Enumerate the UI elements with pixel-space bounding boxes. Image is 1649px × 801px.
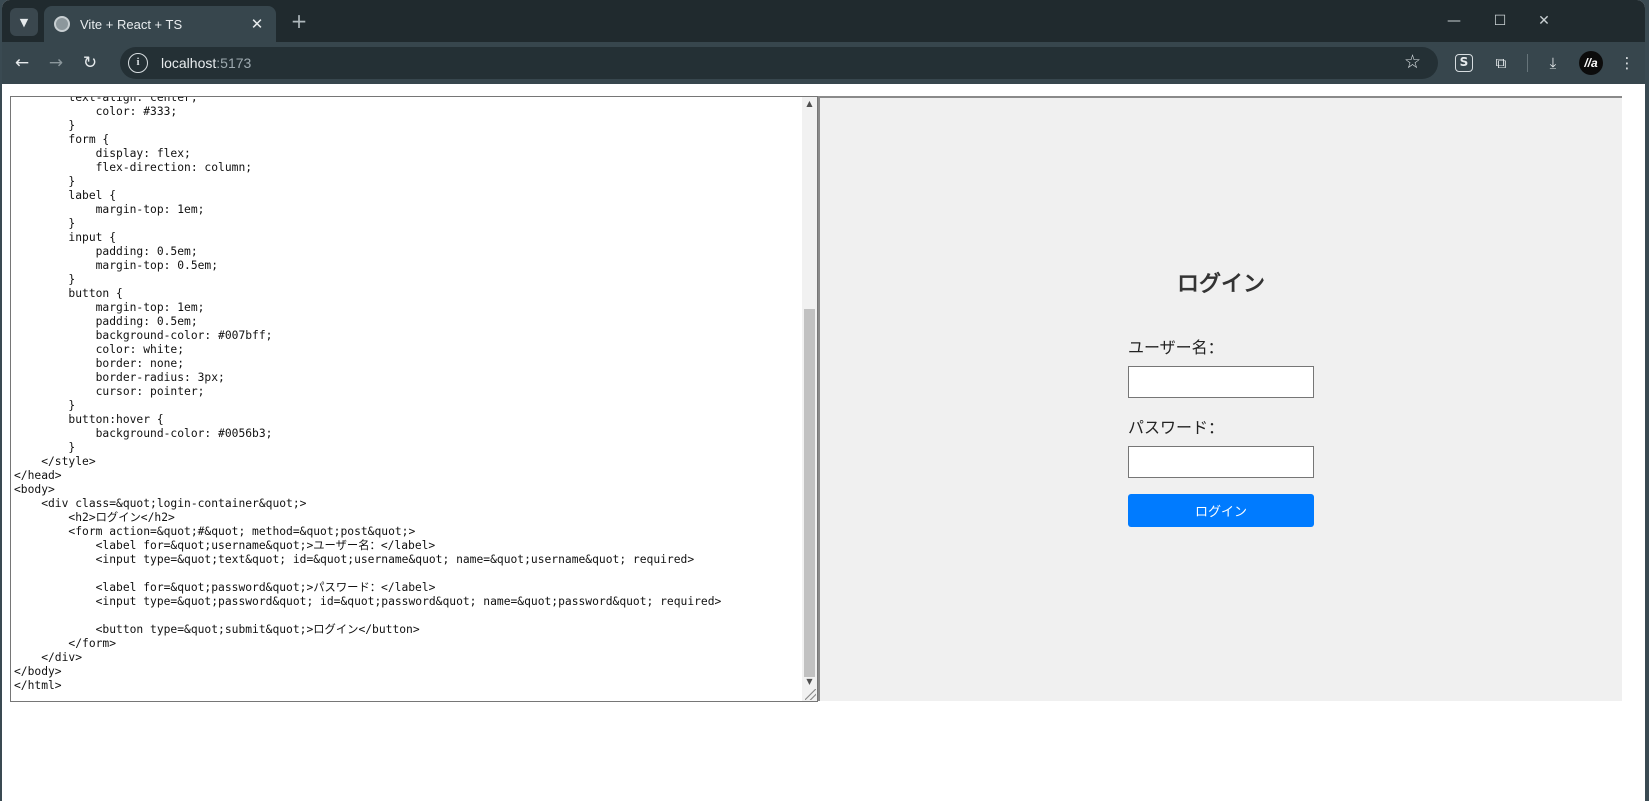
globe-icon [54,16,70,32]
back-arrow-icon[interactable]: ← [8,49,36,77]
editor-scrollbar[interactable]: ▲ ▼ [802,97,817,701]
tab-title: Vite + React + TS [80,16,183,32]
download-icon[interactable]: ⤓ [1541,51,1565,75]
profile-avatar[interactable]: //a [1579,51,1603,75]
tab-active[interactable]: Vite + React + TS ✕ [44,6,276,42]
resize-grip-icon[interactable] [805,689,816,700]
tab-search-chevron-icon[interactable]: ▼ [10,8,38,36]
tab-close-icon[interactable]: ✕ [248,15,266,33]
extensions-puzzle-icon[interactable]: ⧉ [1489,51,1513,75]
login-container: ログイン ユーザー名： パスワード： ログイン [1128,266,1314,527]
code-editor-textarea[interactable]: text-align: center; color: #333; } form … [10,96,818,702]
new-tab-button[interactable]: + [286,9,312,35]
code-text[interactable]: text-align: center; color: #333; } form … [14,97,794,693]
scroll-up-arrow-icon[interactable]: ▲ [802,97,817,111]
window-close-icon[interactable]: ✕ [1529,8,1559,34]
maximize-icon[interactable]: ☐ [1485,8,1515,34]
scrollbar-thumb[interactable] [804,309,815,677]
tab-strip: ▼ Vite + React + TS ✕ + — ☐ ✕ [2,0,1645,42]
extension-s-label: S [1455,54,1473,72]
browser-window: ▼ Vite + React + TS ✕ + — ☐ ✕ ← → ↻ i lo… [2,0,1645,801]
page-content: text-align: center; color: #333; } form … [2,84,1645,801]
password-label: パスワード： [1128,418,1225,437]
username-input[interactable] [1128,366,1314,398]
site-info-icon[interactable]: i [128,53,148,73]
username-label: ユーザー名： [1128,338,1224,357]
toolbar-separator [1527,54,1528,72]
login-title: ログイン [1176,272,1265,297]
login-button[interactable]: ログイン [1128,494,1314,527]
bookmark-star-icon[interactable]: ☆ [1404,51,1421,73]
address-bar[interactable]: i localhost:5173 ☆ [120,47,1438,79]
url-host: localhost [161,55,217,71]
preview-iframe: ログイン ユーザー名： パスワード： ログイン [818,96,1622,701]
more-menu-icon[interactable]: ⋮ [1615,51,1639,75]
scroll-down-arrow-icon[interactable]: ▼ [802,675,817,689]
url-text[interactable]: localhost:5173 [161,55,251,71]
minimize-icon[interactable]: — [1439,8,1469,34]
url-port: :5173 [216,55,252,71]
password-input[interactable] [1128,446,1314,478]
extension-s-icon[interactable]: S [1452,51,1476,75]
forward-arrow-icon[interactable]: → [42,49,70,77]
reload-icon[interactable]: ↻ [76,49,104,77]
browser-toolbar: ← → ↻ i localhost:5173 ☆ S ⧉ ⤓ //a ⋮ [2,42,1645,84]
